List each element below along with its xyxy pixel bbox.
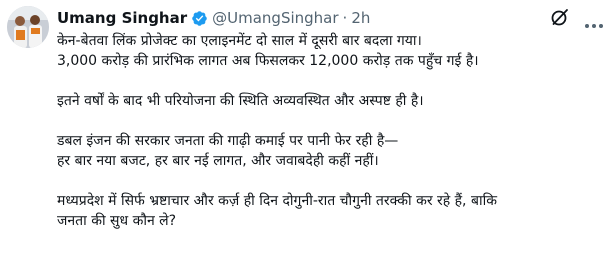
- tweet-line: जनता की सुध कौन ले?: [57, 213, 177, 229]
- tweet-line: डबल इंजन की सरकार जनता की गाढ़ी कमाई पर …: [57, 133, 399, 149]
- avatar-photo: [7, 6, 49, 48]
- tweet-line: मध्यप्रदेश में सिर्फ भ्रष्टाचार और कर्ज़…: [57, 193, 497, 209]
- timestamp[interactable]: 2h: [351, 9, 370, 27]
- more-options-icon[interactable]: [584, 14, 604, 28]
- tweet-line: इतने वर्षों के बाद भी परियोजना की स्थिति…: [57, 93, 424, 109]
- tweet-header: Umang Singhar @UmangSinghar · 2h: [57, 7, 604, 29]
- author-name[interactable]: Umang Singhar: [57, 9, 187, 27]
- separator-dot: ·: [342, 9, 348, 27]
- tweet-line: 3,000 करोड़ की प्रारंभिक लागत अब फिसलकर …: [57, 53, 479, 69]
- author-handle[interactable]: @UmangSinghar: [212, 9, 338, 27]
- avatar[interactable]: [7, 6, 49, 48]
- tweet-line: हर बार नया बजट, हर बार नई लागत, और जवाबद…: [57, 153, 379, 169]
- verified-badge-icon: [191, 10, 208, 27]
- tweet-line: केन-बेतवा लिंक प्रोजेक्ट का एलाइनमेंट दो…: [57, 33, 422, 49]
- grok-icon[interactable]: [550, 7, 570, 27]
- tweet-text: केन-बेतवा लिंक प्रोजेक्ट का एलाइनमेंट दो…: [57, 31, 602, 231]
